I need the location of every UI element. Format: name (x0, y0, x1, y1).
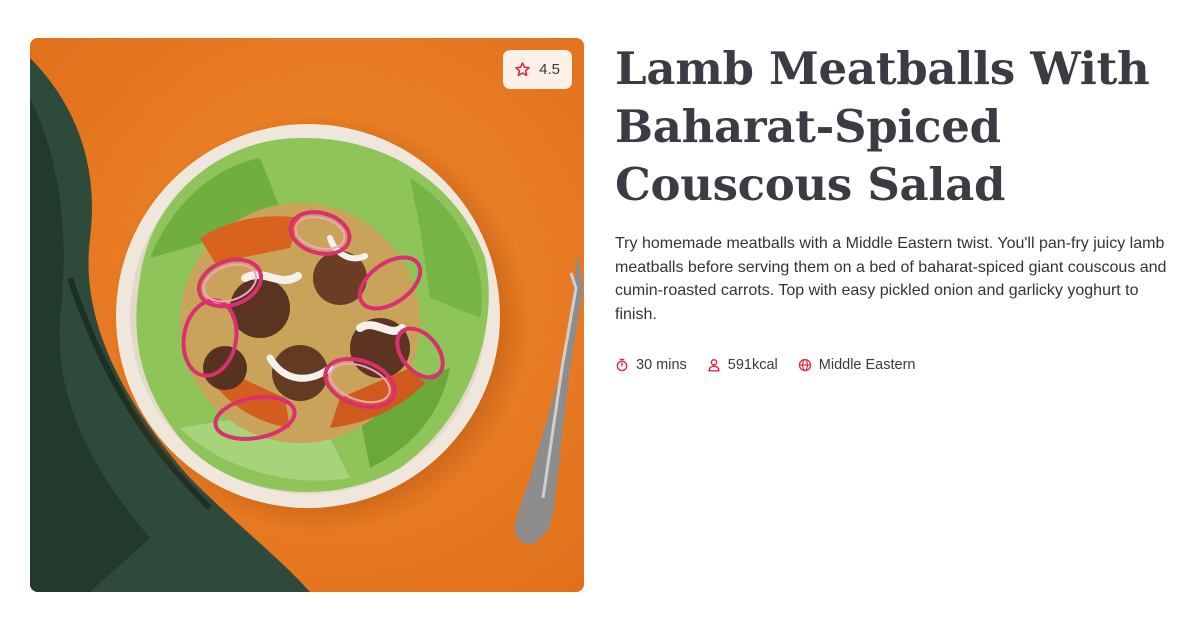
star-icon (515, 62, 531, 77)
calories: 591kcal (707, 357, 778, 373)
cuisine-value: Middle Eastern (818, 357, 916, 373)
recipe-title: Lamb Meatballs With Baharat-Spiced Cousc… (615, 42, 1150, 211)
stopwatch-icon (616, 358, 628, 372)
recipe-image: 4.5 (30, 38, 584, 592)
cuisine: Middle Eastern (798, 357, 916, 373)
recipe-meta: 30 mins 591kcal Middle Eastern (615, 357, 1175, 373)
globe-icon (798, 358, 811, 372)
rating-badge: 4.5 (503, 50, 572, 89)
cook-time: 30 mins (615, 357, 687, 373)
recipe-description: Try homemade meatballs with a Middle Eas… (615, 235, 1167, 323)
recipe-details: Lamb Meatballs With Baharat-Spiced Cousc… (615, 38, 1175, 373)
salad-bowl-photo (30, 38, 584, 592)
rating-value: 4.5 (539, 61, 560, 78)
calories-value: 591kcal (727, 357, 778, 373)
person-icon (708, 359, 720, 372)
cook-time-value: 30 mins (636, 357, 687, 373)
